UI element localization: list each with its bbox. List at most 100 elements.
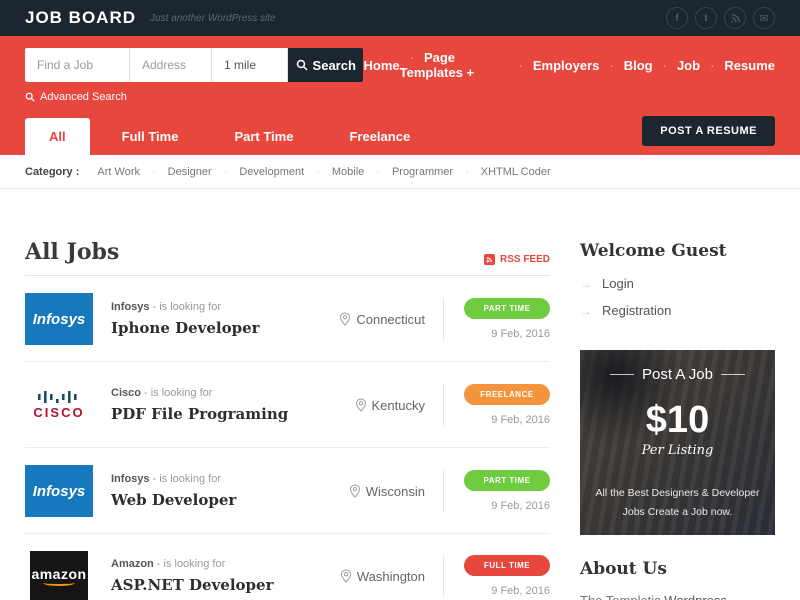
site-logo[interactable]: JOB BOARD bbox=[25, 8, 136, 28]
category-mobile[interactable]: Mobile bbox=[304, 166, 364, 178]
job-row[interactable]: amazon Amazon- is looking for ASP.NET De… bbox=[25, 534, 550, 600]
category-art-work[interactable]: Art Work bbox=[97, 166, 140, 178]
company-logo-text: CISCO bbox=[33, 405, 84, 420]
radius-input[interactable] bbox=[212, 48, 288, 82]
advanced-search-label: Advanced Search bbox=[40, 91, 127, 103]
company-name: Amazon bbox=[111, 558, 154, 570]
job-list-section: All Jobs RSS FEED Infosys bbox=[25, 189, 550, 600]
job-location: Wisconsin bbox=[349, 484, 425, 499]
job-row[interactable]: Infosys Infosys- is looking for Web Deve… bbox=[25, 448, 550, 534]
search-button[interactable]: Search bbox=[288, 48, 363, 82]
nav-item-blog[interactable]: Blog bbox=[599, 58, 652, 73]
job-row[interactable]: Infosys Infosys- is looking for Iphone D… bbox=[25, 276, 550, 362]
site-tagline: Just another WordPress site bbox=[150, 13, 276, 24]
company-suffix: - is looking for bbox=[144, 387, 212, 399]
job-location: Washington bbox=[340, 569, 425, 584]
nav-item-employers[interactable]: Employers bbox=[509, 58, 600, 73]
search-button-label: Search bbox=[313, 58, 356, 73]
job-location-label: Washington bbox=[357, 569, 425, 584]
company-logo: Infosys bbox=[25, 293, 93, 345]
category-designer[interactable]: Designer bbox=[140, 166, 212, 178]
location-pin-icon bbox=[339, 312, 351, 326]
job-meta: PART TIME 9 Feb, 2016 bbox=[458, 470, 550, 512]
page-title: All Jobs bbox=[25, 239, 119, 265]
job-row[interactable]: CISCO Cisco- is looking for PDF File Pro… bbox=[25, 362, 550, 448]
advanced-search-link[interactable]: Advanced Search bbox=[25, 91, 127, 103]
post-a-job-ad[interactable]: Post A Job $10 Per Listing All the Best … bbox=[580, 350, 775, 535]
company-suffix: - is looking for bbox=[157, 558, 225, 570]
company-name: Infosys bbox=[111, 473, 150, 485]
main-navigation: Home Page Templates + Employers Blog Job… bbox=[363, 50, 775, 80]
page-content: All Jobs RSS FEED Infosys bbox=[0, 189, 800, 600]
category-development[interactable]: Development bbox=[212, 166, 305, 178]
ad-price: $10 bbox=[580, 401, 775, 439]
company-logo: Infosys bbox=[25, 465, 93, 517]
twitter-icon[interactable] bbox=[695, 7, 717, 29]
job-info: Amazon- is looking for ASP.NET Developer bbox=[111, 558, 273, 594]
category-label: Category : bbox=[25, 166, 79, 178]
list-item: Registration bbox=[580, 302, 775, 320]
address-input[interactable] bbox=[130, 48, 212, 82]
job-type-tabs: All Full Time Part Time Freelance POST A… bbox=[25, 116, 775, 155]
tab-part-time[interactable]: Part Time bbox=[210, 118, 317, 155]
sidebar: Welcome Guest Login Registration Post A … bbox=[580, 189, 775, 600]
facebook-icon[interactable] bbox=[666, 7, 688, 29]
job-info: Infosys- is looking for Web Developer bbox=[111, 473, 236, 509]
about-title: About Us bbox=[580, 559, 775, 579]
job-type-badge: PART TIME bbox=[464, 298, 550, 319]
email-icon[interactable] bbox=[753, 7, 775, 29]
divider bbox=[443, 384, 444, 426]
hero-band: Search Home Page Templates + Employers B… bbox=[0, 36, 800, 155]
tab-all[interactable]: All bbox=[25, 118, 90, 155]
about-text: The Templatic Wordpress Themes bbox=[580, 593, 775, 600]
company-logo-text: Infosys bbox=[33, 311, 86, 328]
job-meta: FULL TIME 9 Feb, 2016 bbox=[458, 555, 550, 597]
nav-item-home[interactable]: Home bbox=[363, 58, 399, 73]
search-icon bbox=[296, 59, 308, 71]
job-title-link[interactable]: PDF File Programing bbox=[111, 405, 288, 423]
job-type-badge: FREELANCE bbox=[464, 384, 550, 405]
job-location-label: Connecticut bbox=[356, 312, 425, 327]
job-info: Infosys- is looking for Iphone Developer bbox=[111, 301, 260, 337]
job-info: Cisco- is looking for PDF File Programin… bbox=[111, 387, 288, 423]
company-logo: amazon bbox=[30, 551, 88, 600]
welcome-title: Welcome Guest bbox=[580, 241, 775, 261]
divider bbox=[443, 470, 444, 512]
nav-item-job[interactable]: Job bbox=[653, 58, 700, 73]
nav-item-page-templates[interactable]: Page Templates + bbox=[400, 50, 509, 80]
job-type-badge: PART TIME bbox=[464, 470, 550, 491]
job-location: Connecticut bbox=[339, 312, 425, 327]
company-logo-text: Infosys bbox=[33, 483, 86, 500]
job-title-link[interactable]: ASP.NET Developer bbox=[111, 576, 273, 594]
find-job-input[interactable] bbox=[25, 48, 130, 82]
job-location-label: Kentucky bbox=[372, 398, 425, 413]
location-pin-icon bbox=[349, 484, 361, 498]
ad-content: Post A Job $10 Per Listing All the Best … bbox=[580, 350, 775, 522]
post-resume-button[interactable]: POST A RESUME bbox=[642, 116, 775, 146]
category-bar: Category : Art Work Designer Development… bbox=[0, 155, 800, 189]
category-xhtml-coder[interactable]: XHTML Coder bbox=[453, 166, 551, 178]
tab-freelance[interactable]: Freelance bbox=[325, 118, 434, 155]
category-programmer[interactable]: Programmer bbox=[364, 166, 453, 178]
account-links: Login Registration bbox=[580, 275, 775, 320]
registration-link[interactable]: Registration bbox=[580, 303, 671, 318]
nav-item-resume[interactable]: Resume bbox=[700, 58, 775, 73]
rss-feed-link[interactable]: RSS FEED bbox=[484, 254, 550, 265]
company-suffix: - is looking for bbox=[153, 473, 221, 485]
job-date: 9 Feb, 2016 bbox=[458, 500, 550, 512]
social-links bbox=[666, 7, 775, 29]
ad-title: Post A Job bbox=[580, 366, 775, 383]
cisco-bars-icon bbox=[38, 391, 80, 403]
job-title-link[interactable]: Web Developer bbox=[111, 491, 236, 509]
tab-full-time[interactable]: Full Time bbox=[98, 118, 203, 155]
rss-icon[interactable] bbox=[724, 7, 746, 29]
list-item: Login bbox=[580, 275, 775, 293]
login-link[interactable]: Login bbox=[580, 276, 634, 291]
job-title-link[interactable]: Iphone Developer bbox=[111, 319, 260, 337]
amazon-smile-icon bbox=[43, 580, 75, 586]
rss-feed-icon bbox=[484, 254, 495, 265]
company-logo: CISCO bbox=[25, 379, 93, 431]
job-location: Kentucky bbox=[355, 398, 425, 413]
location-pin-icon bbox=[355, 398, 367, 412]
job-search-form: Search Home Page Templates + Employers B… bbox=[25, 48, 775, 82]
